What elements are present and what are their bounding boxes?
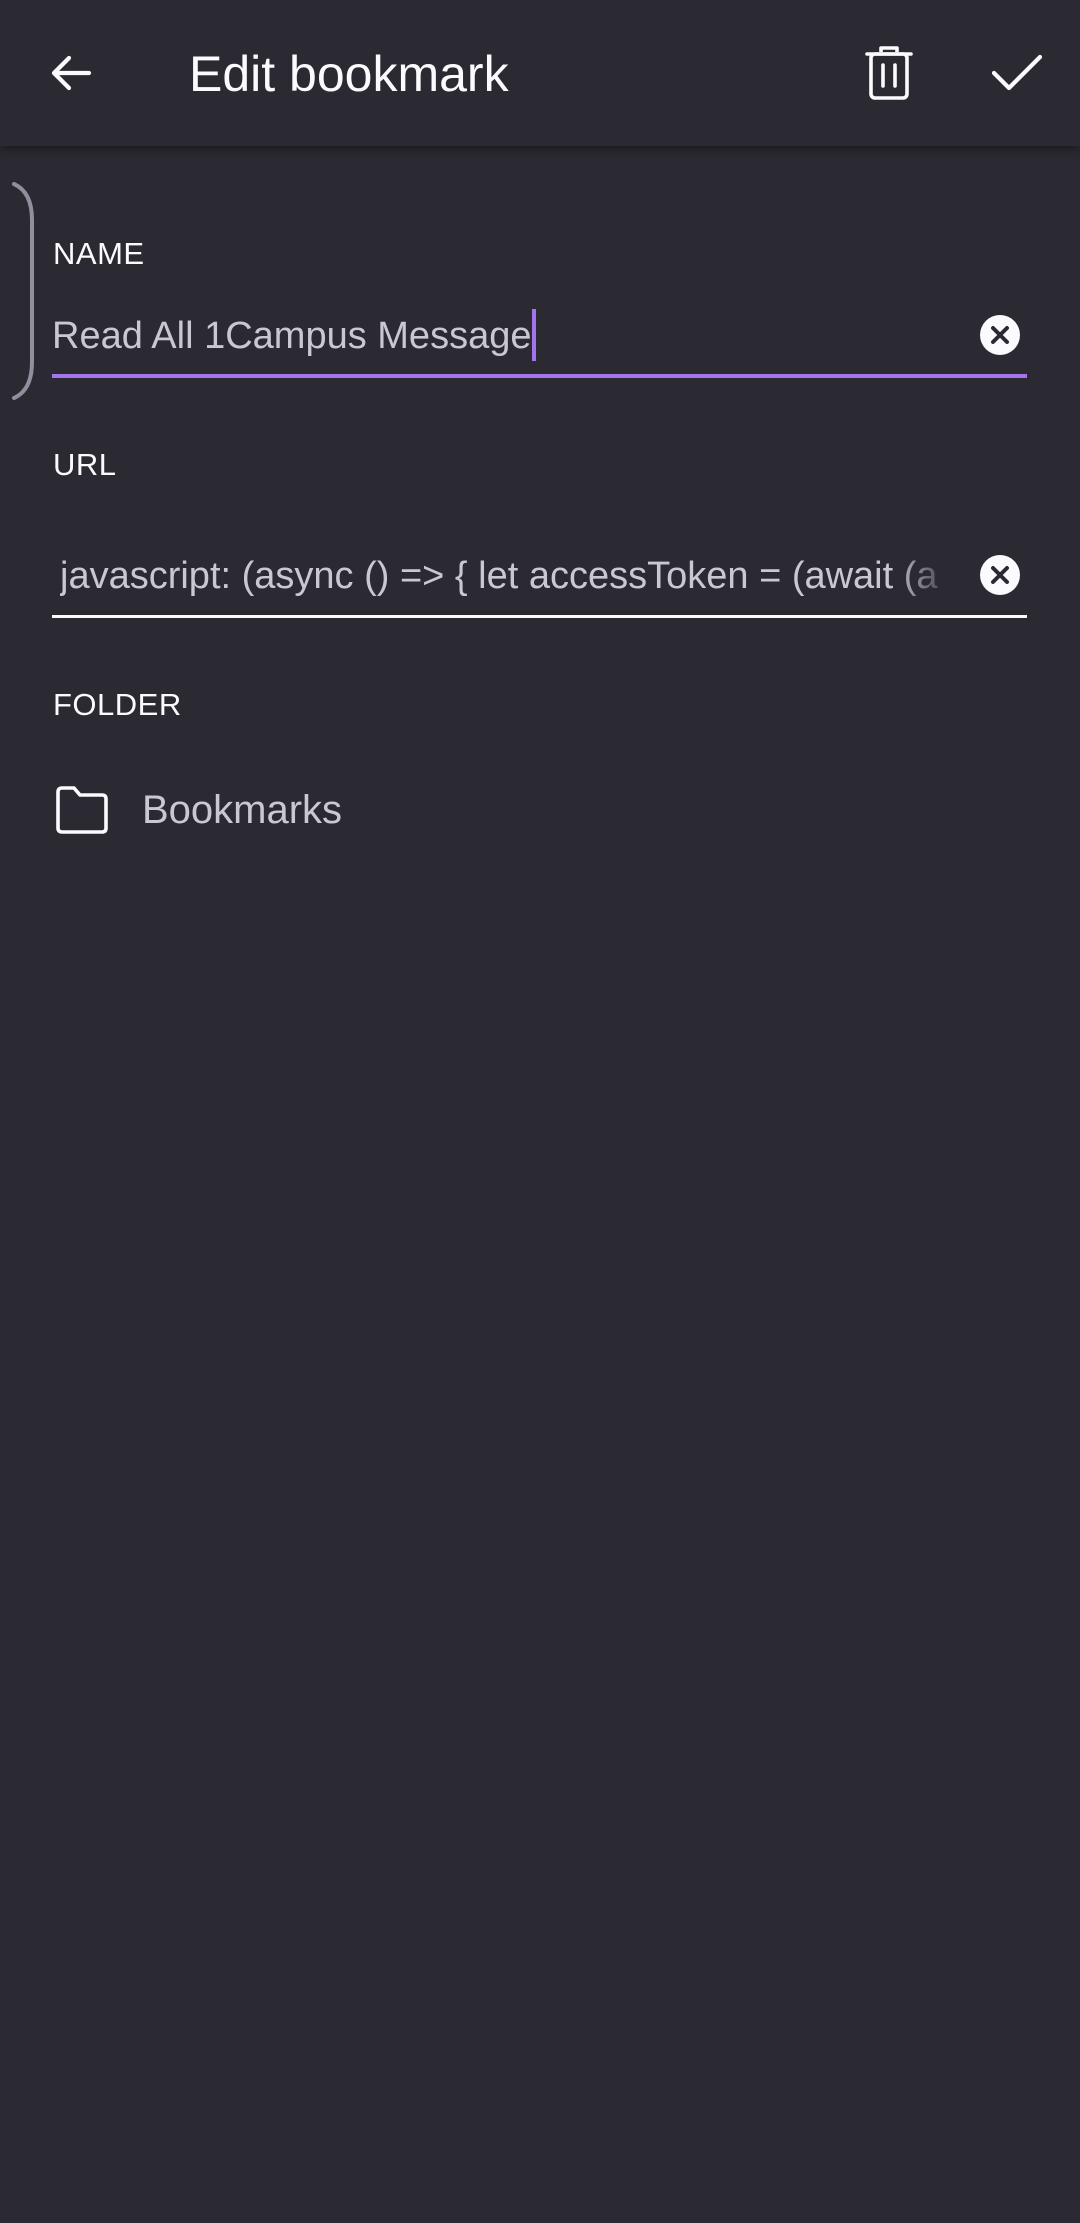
url-input-text: javascript: (async () => { let accessTok…: [60, 555, 938, 597]
folder-icon: [56, 786, 108, 834]
clear-name-icon[interactable]: [977, 312, 1023, 358]
clear-url-icon[interactable]: [977, 552, 1023, 598]
arrow-left-icon: [51, 55, 92, 91]
overscroll-edge-indicator: [12, 182, 34, 400]
save-button[interactable]: [977, 33, 1057, 113]
url-label: URL: [53, 447, 117, 482]
name-field-underline: [52, 374, 1027, 378]
delete-button[interactable]: [849, 33, 929, 113]
folder-label: FOLDER: [53, 687, 182, 722]
text-cursor: [532, 308, 537, 361]
url-field[interactable]: javascript: (async () => { let accessTok…: [52, 538, 1027, 618]
folder-selector[interactable]: Bookmarks: [52, 770, 1027, 850]
page-title: Edit bookmark: [189, 46, 509, 102]
check-icon: [991, 54, 1043, 91]
name-input-text: Read All 1Campus Message: [52, 315, 532, 357]
url-field-underline: [52, 615, 1027, 618]
name-label: NAME: [53, 236, 145, 271]
folder-name: Bookmarks: [142, 788, 343, 832]
name-field[interactable]: Read All 1Campus Message: [52, 298, 1027, 378]
back-button[interactable]: [31, 33, 111, 113]
trash-icon: [865, 46, 913, 100]
edit-bookmark-screen: Edit bookmark NAME Read All 1Campus Mess…: [0, 0, 1080, 2223]
top-app-bar: Edit bookmark: [0, 0, 1080, 146]
